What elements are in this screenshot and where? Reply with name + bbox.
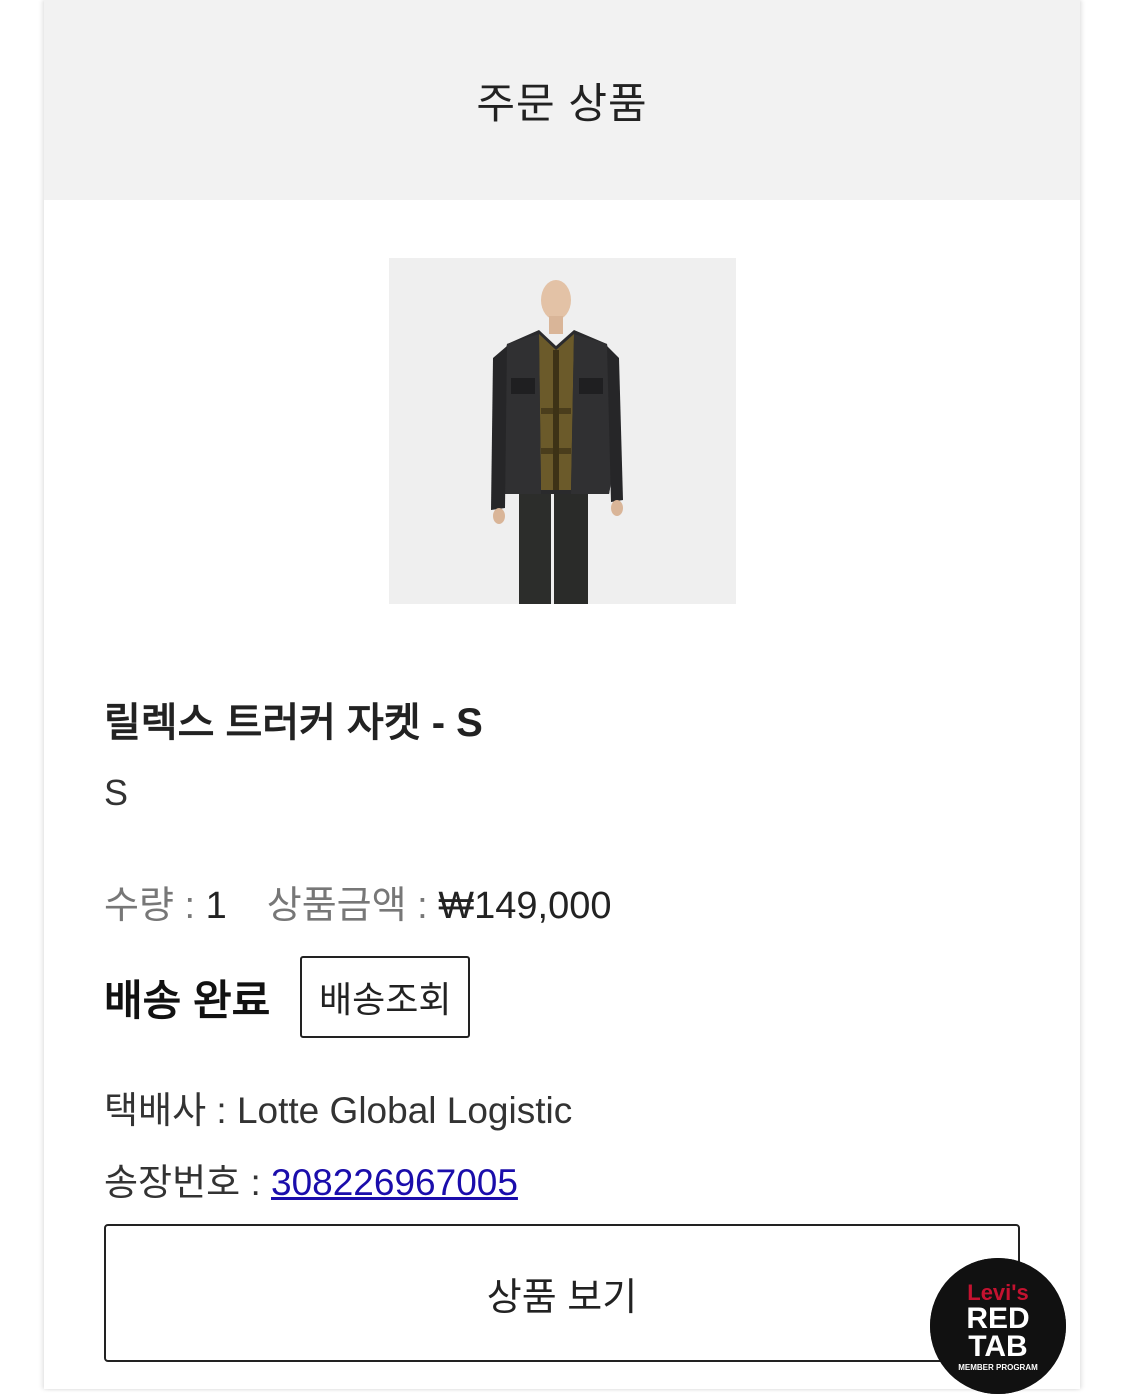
quantity-label: 수량 : — [104, 885, 206, 927]
red-tab-logo-icon: Levi's RED TAB MEMBER PROGRAM — [930, 1258, 1066, 1394]
invoice-number-link[interactable]: 308226967005 — [271, 1162, 518, 1203]
courier-label: 택배사 : — [104, 1090, 237, 1131]
svg-text:MEMBER PROGRAM: MEMBER PROGRAM — [958, 1363, 1038, 1372]
quantity-price-row: 수량 : 1 상품금액 : ₩149,000 — [104, 874, 611, 929]
page-title: 주문 상품 — [476, 79, 648, 127]
shipping-status: 배송 완료 — [104, 976, 271, 1024]
courier-info: 택배사 : Lotte Global Logistic — [104, 1080, 572, 1134]
svg-text:TAB: TAB — [968, 1330, 1027, 1363]
product-image[interactable] — [389, 258, 736, 604]
price-value: ₩149,000 — [438, 885, 612, 927]
product-name: 릴렉스 트러커 자켓 - S — [104, 701, 483, 745]
track-shipment-button[interactable]: 배송조회 — [300, 956, 471, 1038]
levis-red-tab-badge[interactable]: Levi's RED TAB MEMBER PROGRAM — [930, 1258, 1066, 1394]
order-header: 주문 상품 — [44, 0, 1080, 200]
order-panel: 주문 상품 릴렉스 트러커 자켓 - S S 수량: 1 상품금액: ₩14… — [44, 0, 1080, 1389]
product-photo-illustration — [389, 258, 736, 604]
price-label: 상품금액 : — [266, 885, 439, 927]
shipping-status-row: 배송 완료 배송조회 — [104, 954, 471, 1040]
invoice-label: 송장번호 : — [104, 1162, 271, 1203]
quantity-value: 1 — [205, 885, 227, 927]
courier-value: Lotte Global Logistic — [236, 1090, 573, 1131]
view-product-button[interactable]: 상품 보기 — [104, 1224, 1020, 1362]
invoice-info: 송장번호 : 308226967005 — [104, 1152, 518, 1206]
product-option: S — [104, 772, 129, 813]
